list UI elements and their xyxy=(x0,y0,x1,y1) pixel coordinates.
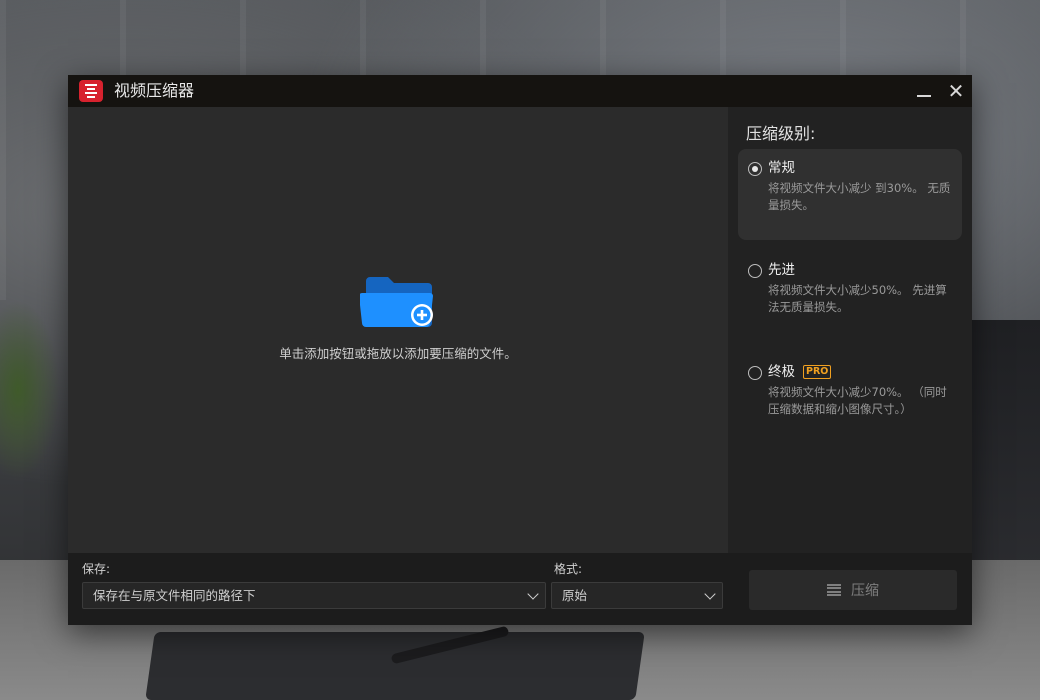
compression-level-panel: 压缩级别: 常规 将视频文件大小减少 到30%。 无质量损失。 先进 将视频文件… xyxy=(728,107,972,553)
option-ultimate-name: 终极 PRO xyxy=(768,363,952,381)
minimize-button[interactable] xyxy=(912,79,936,103)
close-button[interactable]: ✕ xyxy=(944,79,968,103)
background-notebook xyxy=(145,632,645,700)
option-advanced[interactable]: 先进 将视频文件大小减少50%。 先进算法无质量损失。 xyxy=(738,251,962,331)
option-normal-name: 常规 xyxy=(768,160,795,176)
app-window: 视频压缩器 ✕ 单击添加按钮或拖放以添加要压缩的文件。 压缩级别: 常规 将视频… xyxy=(68,75,972,625)
radio-normal[interactable] xyxy=(748,162,762,176)
pro-badge: PRO xyxy=(803,365,832,379)
app-logo-icon xyxy=(79,80,103,102)
drop-hint-text: 单击添加按钮或拖放以添加要压缩的文件。 xyxy=(279,346,517,361)
format-value: 原始 xyxy=(562,588,588,603)
save-path-select[interactable]: 保存在与原文件相同的路径下 xyxy=(82,582,546,609)
compress-icon xyxy=(827,584,841,596)
radio-ultimate[interactable] xyxy=(748,366,762,380)
folder-add-icon[interactable] xyxy=(360,273,436,333)
title-bar[interactable]: 视频压缩器 ✕ xyxy=(68,75,972,107)
save-label: 保存: xyxy=(82,562,111,576)
option-ultimate-description: 将视频文件大小减少70%。 （同时压缩数据和缩小图像尺寸。） xyxy=(768,385,947,416)
minimize-icon xyxy=(917,95,931,97)
compress-button[interactable]: 压缩 xyxy=(749,570,957,610)
option-ultimate[interactable]: 终极 PRO 将视频文件大小减少70%。 （同时压缩数据和缩小图像尺寸。） xyxy=(738,353,962,433)
chevron-down-icon xyxy=(704,588,716,600)
compression-level-title: 压缩级别: xyxy=(746,124,816,143)
compress-button-label: 压缩 xyxy=(851,583,879,599)
radio-advanced[interactable] xyxy=(748,264,762,278)
option-normal[interactable]: 常规 将视频文件大小减少 到30%。 无质量损失。 xyxy=(738,149,962,240)
bottom-bar: 保存: 格式: 保存在与原文件相同的路径下 原始 压缩 xyxy=(68,553,972,625)
format-select[interactable]: 原始 xyxy=(551,582,723,609)
app-title: 视频压缩器 xyxy=(114,81,195,100)
format-label: 格式: xyxy=(554,562,583,576)
save-path-value: 保存在与原文件相同的路径下 xyxy=(93,588,256,603)
option-advanced-description: 将视频文件大小减少50%。 先进算法无质量损失。 xyxy=(768,283,947,314)
option-advanced-name: 先进 xyxy=(768,262,795,278)
option-ultimate-label: 终极 xyxy=(768,364,795,380)
background-plant xyxy=(0,300,60,480)
file-drop-area[interactable]: 单击添加按钮或拖放以添加要压缩的文件。 xyxy=(68,107,728,553)
chevron-down-icon xyxy=(527,588,539,600)
option-normal-description: 将视频文件大小减少 到30%。 无质量损失。 xyxy=(768,181,951,212)
